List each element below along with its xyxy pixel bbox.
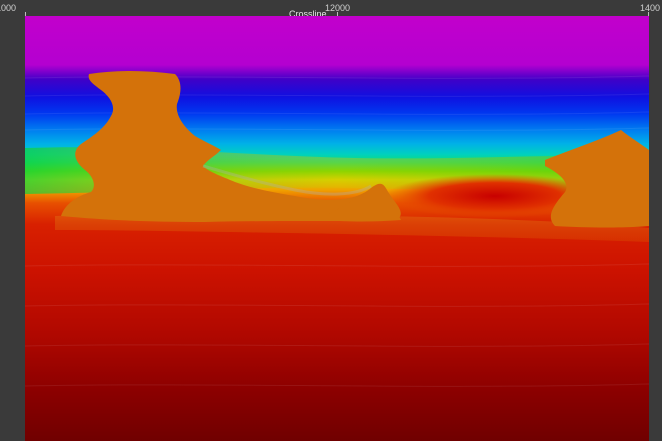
x-tick-label-left: 1000 xyxy=(0,3,17,13)
x-tick-label-right: 1400 xyxy=(640,3,661,13)
velocity-section-image[interactable] xyxy=(25,16,649,441)
seismic-section-viewer: 1000 12000 1400 Crossline xyxy=(0,0,662,441)
top-axis-ruler: 1000 12000 1400 Crossline xyxy=(0,0,662,19)
right-margin xyxy=(649,16,662,441)
left-margin xyxy=(0,16,25,441)
